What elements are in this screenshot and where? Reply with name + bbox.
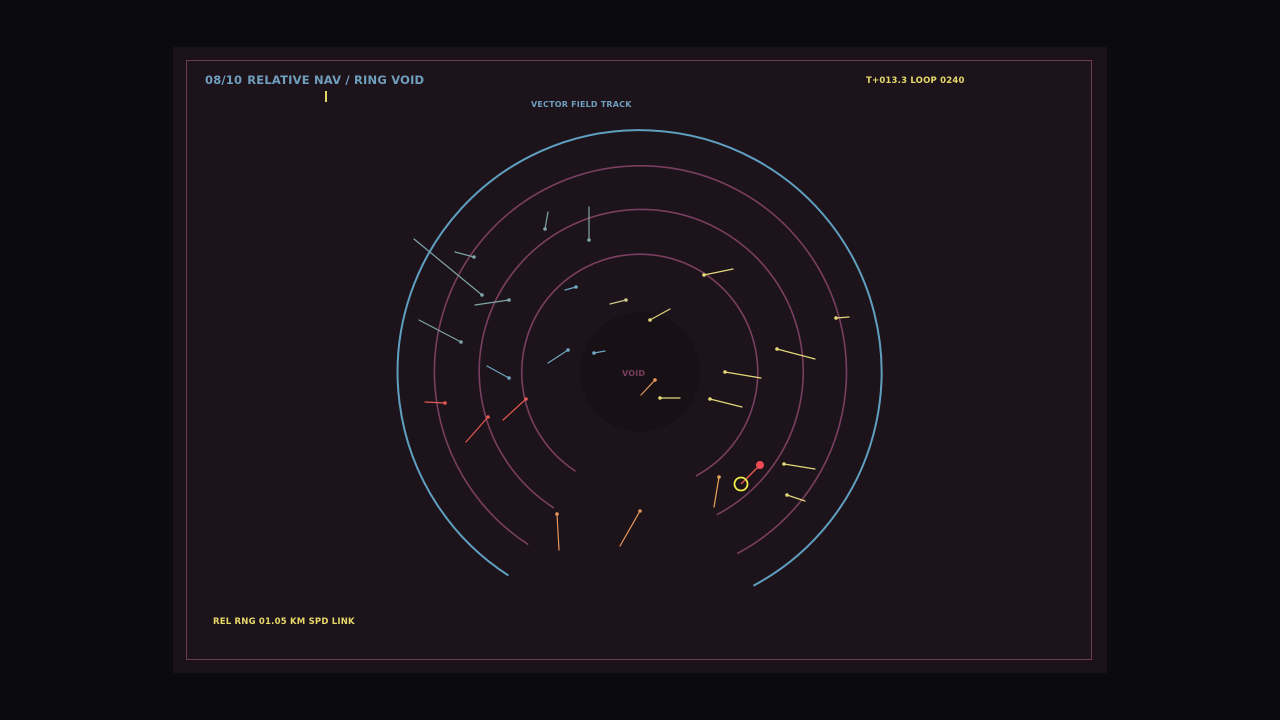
vector-origin: [624, 298, 628, 302]
vector-origin: [555, 512, 559, 516]
vector-origin: [648, 318, 652, 322]
vector: [703, 268, 734, 276]
vector-origin: [775, 347, 779, 351]
vector-origin: [638, 509, 642, 513]
vector-field-display[interactable]: [0, 0, 1280, 720]
vector: [835, 316, 850, 319]
vector: [783, 463, 816, 470]
vector-origin: [717, 475, 721, 479]
vector: [413, 238, 483, 296]
tracked-target[interactable]: [733, 461, 765, 492]
vector: [609, 299, 627, 305]
vector: [724, 371, 762, 379]
vector-origin: [443, 401, 447, 405]
vector-origin: [524, 397, 528, 401]
vector-origin: [486, 415, 490, 419]
vector: [709, 398, 743, 408]
vector-origin: [592, 351, 596, 355]
vector-origin: [658, 396, 662, 400]
vector-origin: [723, 370, 727, 374]
vector-origin: [472, 255, 476, 259]
target-marker: [756, 461, 764, 469]
vector: [776, 348, 816, 360]
vector: [547, 349, 569, 364]
vector: [502, 398, 527, 421]
vector-origin: [834, 316, 838, 320]
vector: [619, 510, 641, 547]
vector-origin: [702, 273, 706, 277]
vector-origin: [459, 340, 463, 344]
vector: [424, 401, 446, 404]
vector-origin: [785, 493, 789, 497]
vector-origin: [653, 378, 657, 382]
vector: [713, 476, 720, 508]
vector-origin: [507, 298, 511, 302]
vector-origin: [480, 293, 484, 297]
vector-origin: [574, 285, 578, 289]
vector-origin: [566, 348, 570, 352]
vector-origin: [708, 397, 712, 401]
void-label: VOID: [622, 369, 646, 378]
vector: [486, 365, 510, 379]
vector-origin: [587, 238, 591, 242]
target-vector: [740, 464, 761, 485]
vector: [465, 416, 489, 443]
range-speed-readout: REL RNG 01.05 KM SPD LINK: [213, 617, 355, 627]
vector-origin: [543, 227, 547, 231]
vector-origin: [782, 462, 786, 466]
vector-origin: [507, 376, 511, 380]
vector: [556, 513, 560, 551]
vector: [544, 211, 549, 230]
vector: [474, 299, 510, 306]
